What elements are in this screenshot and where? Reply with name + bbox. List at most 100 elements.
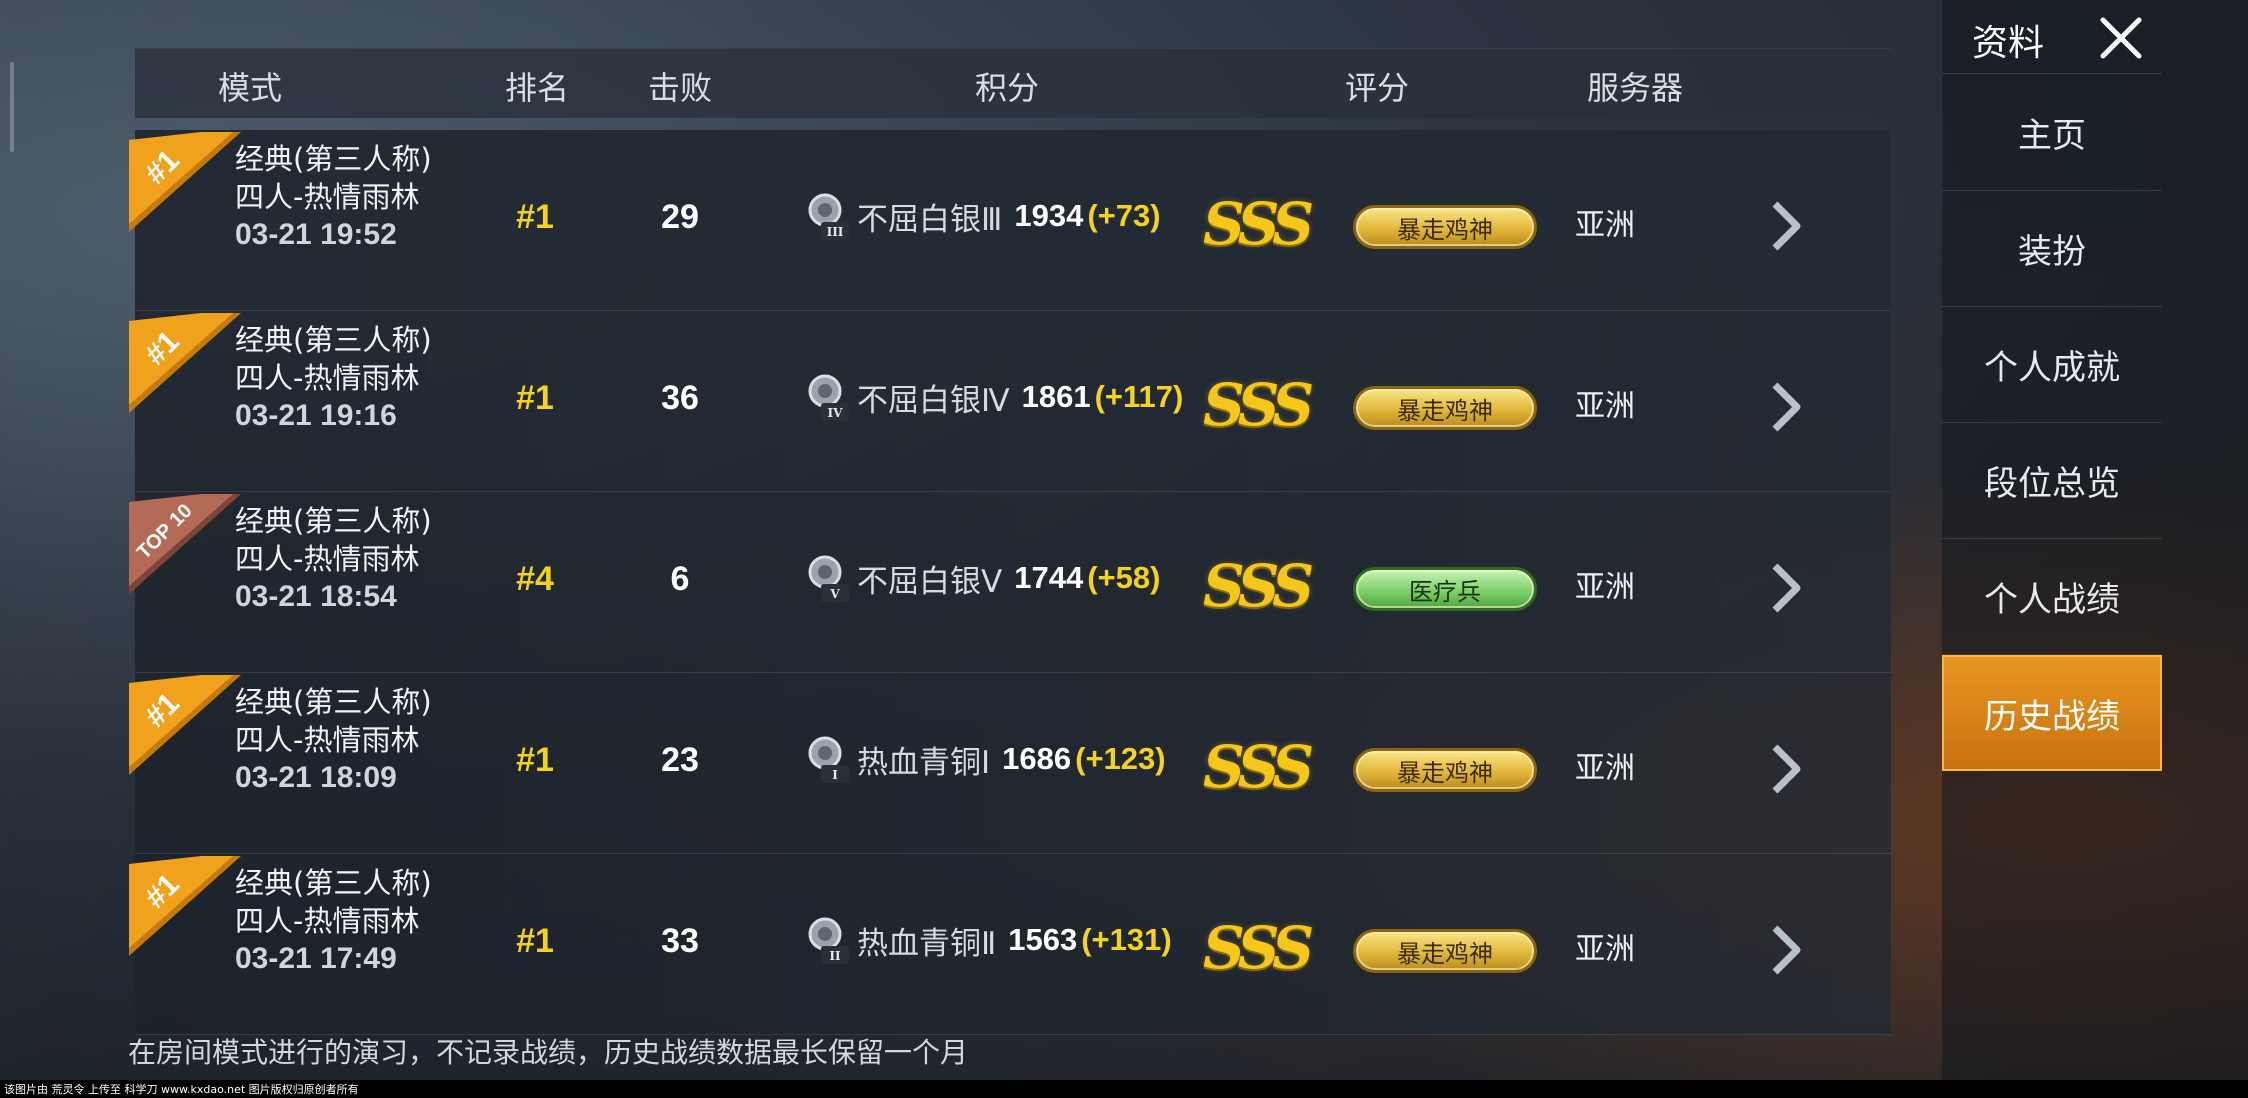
map-name: 四人-热情雨林: [235, 542, 420, 576]
chevron-right-icon[interactable]: [1765, 560, 1805, 616]
tier-name: 不屈白银Ⅴ: [857, 563, 1003, 600]
server-value: 亚洲: [1575, 208, 1635, 243]
tier-numeral: IV: [828, 406, 844, 420]
score-value: 1686: [1002, 741, 1072, 776]
tier-name: 不屈白银Ⅲ: [857, 201, 1003, 238]
tier-numeral: III: [827, 225, 844, 239]
mode-info: 经典(第三人称) 四人-热情雨林 03-21 19:52: [235, 140, 432, 254]
header-grade: 评分: [1344, 69, 1409, 107]
match-time: 03-21 18:54: [235, 580, 397, 613]
tier-badge-icon: IV: [808, 374, 849, 421]
score-value: 1744: [1014, 560, 1084, 595]
mode-name: 经典(第三人称): [235, 323, 432, 357]
placement-badge-icon: #1: [129, 675, 241, 775]
score-value: 1861: [1021, 379, 1091, 414]
profile-sidebar: 资料 主页 装扮 个人成就 段位总览 个人战绩 历史战绩: [1942, 0, 2248, 1080]
placement-badge-icon: #1: [129, 132, 241, 232]
score-value: 1934: [1014, 198, 1084, 233]
match-row[interactable]: #1 经典(第三人称) 四人-热情雨林 03-21 17:49 #1 33 II…: [129, 854, 1891, 1035]
kills-value: 36: [661, 379, 699, 417]
tier-name: 不屈白银Ⅳ: [857, 382, 1010, 419]
sidebar-item-4[interactable]: 段位总览: [1942, 423, 2162, 539]
kills-value: 6: [670, 560, 690, 598]
tier-name: 热血青铜Ⅰ: [857, 744, 991, 781]
sidebar-item-6[interactable]: 历史战绩: [1942, 655, 2162, 771]
chevron-right-icon[interactable]: [1765, 198, 1805, 254]
rank-value: #1: [516, 741, 554, 779]
match-row[interactable]: #1 经典(第三人称) 四人-热情雨林 03-21 19:52 #1 29 II…: [129, 130, 1891, 311]
rating-score: II 热血青铜Ⅱ 1563 (+131): [805, 910, 1172, 970]
match-time: 03-21 19:52: [235, 218, 397, 251]
match-title-badge: 暴走鸡神: [1353, 205, 1537, 249]
tier-name: 热血青铜Ⅱ: [857, 925, 997, 962]
mode-info: 经典(第三人称) 四人-热情雨林 03-21 17:49: [235, 864, 432, 978]
close-icon[interactable]: [2097, 14, 2145, 62]
rank-value: #1: [516, 379, 554, 417]
grade-value: SSS: [1203, 371, 1314, 439]
kills-value: 23: [661, 741, 699, 779]
mode-info: 经典(第三人称) 四人-热情雨林 03-21 18:09: [235, 683, 432, 797]
match-time: 03-21 18:09: [235, 761, 397, 794]
match-list: #1 经典(第三人称) 四人-热情雨林 03-21 19:52 #1 29 II…: [129, 130, 1891, 1035]
kills-value: 29: [661, 198, 699, 236]
placement-badge-icon: TOP 10: [129, 494, 241, 594]
rank-value: #1: [516, 198, 554, 236]
map-name: 四人-热情雨林: [235, 723, 420, 757]
server-value: 亚洲: [1575, 570, 1635, 605]
rating-score: III 不屈白银Ⅲ 1934 (+73): [805, 186, 1161, 246]
map-name: 四人-热情雨林: [235, 904, 420, 938]
match-row[interactable]: TOP 10 经典(第三人称) 四人-热情雨林 03-21 18:54 #4 6…: [129, 492, 1891, 673]
score-delta: (+117): [1094, 379, 1184, 414]
match-row[interactable]: #1 经典(第三人称) 四人-热情雨林 03-21 18:09 #1 23 I …: [129, 673, 1891, 854]
chevron-right-icon[interactable]: [1765, 741, 1805, 797]
score-delta: (+73): [1087, 198, 1161, 233]
scroll-indicator[interactable]: [10, 62, 14, 152]
mode-info: 经典(第三人称) 四人-热情雨林 03-21 18:54: [235, 502, 432, 616]
mode-name: 经典(第三人称): [235, 142, 432, 176]
mode-name: 经典(第三人称): [235, 504, 432, 538]
server-value: 亚洲: [1575, 932, 1635, 967]
grade-value: SSS: [1203, 733, 1314, 801]
kills-value: 33: [661, 922, 699, 960]
score-delta: (+131): [1081, 922, 1172, 957]
placement-badge-icon: #1: [129, 313, 241, 413]
grade-value: SSS: [1203, 552, 1314, 620]
match-time: 03-21 17:49: [235, 942, 397, 975]
sidebar-item-1[interactable]: 主页: [1942, 75, 2162, 191]
header-score: 积分: [974, 69, 1039, 107]
table-header: 模式 排名 击败 积分 评分 服务器: [135, 48, 1891, 118]
rank-value: #4: [516, 560, 554, 598]
match-history-table: 模式 排名 击败 积分 评分 服务器 #1 经典(第三人称) 四人-热情雨林 0…: [129, 48, 1891, 1035]
tier-badge-icon: I: [808, 736, 849, 783]
mode-info: 经典(第三人称) 四人-热情雨林 03-21 19:16: [235, 321, 432, 435]
sidebar-title: 资料: [1972, 23, 2045, 64]
tier-numeral: V: [829, 587, 840, 601]
match-time: 03-21 19:16: [235, 399, 397, 432]
server-value: 亚洲: [1575, 751, 1635, 786]
watermark-bar: 该图片由 荒灵令 上传至 科学刀 www.kxdao.net 图片版权归原创者所…: [0, 1080, 2248, 1098]
placement-badge-icon: #1: [129, 856, 241, 956]
chevron-right-icon[interactable]: [1765, 922, 1805, 978]
tier-numeral: II: [829, 949, 841, 963]
sidebar-item-5[interactable]: 个人战绩: [1942, 539, 2162, 655]
header-server: 服务器: [1586, 69, 1683, 107]
sidebar-item-3[interactable]: 个人成就: [1942, 307, 2162, 423]
tier-numeral: I: [832, 768, 838, 782]
match-title-badge: 暴走鸡神: [1353, 386, 1537, 430]
score-delta: (+58): [1087, 560, 1161, 595]
tier-badge-icon: V: [808, 555, 849, 602]
match-title-badge: 医疗兵: [1353, 567, 1537, 611]
map-name: 四人-热情雨林: [235, 180, 420, 214]
chevron-right-icon[interactable]: [1765, 379, 1805, 435]
grade-value: SSS: [1203, 190, 1314, 258]
sidebar-item-2[interactable]: 装扮: [1942, 191, 2162, 307]
history-footnote: 在房间模式进行的演习，不记录战绩，历史战绩数据最长保留一个月: [128, 1036, 969, 1069]
tier-badge-icon: III: [808, 193, 849, 240]
match-row[interactable]: #1 经典(第三人称) 四人-热情雨林 03-21 19:16 #1 36 IV…: [129, 311, 1891, 492]
match-title-badge: 暴走鸡神: [1353, 929, 1537, 973]
tier-badge-icon: II: [808, 917, 849, 964]
header-mode: 模式: [217, 69, 282, 107]
mode-name: 经典(第三人称): [235, 866, 432, 900]
grade-value: SSS: [1203, 914, 1314, 982]
rating-score: I 热血青铜Ⅰ 1686 (+123): [805, 729, 1166, 789]
